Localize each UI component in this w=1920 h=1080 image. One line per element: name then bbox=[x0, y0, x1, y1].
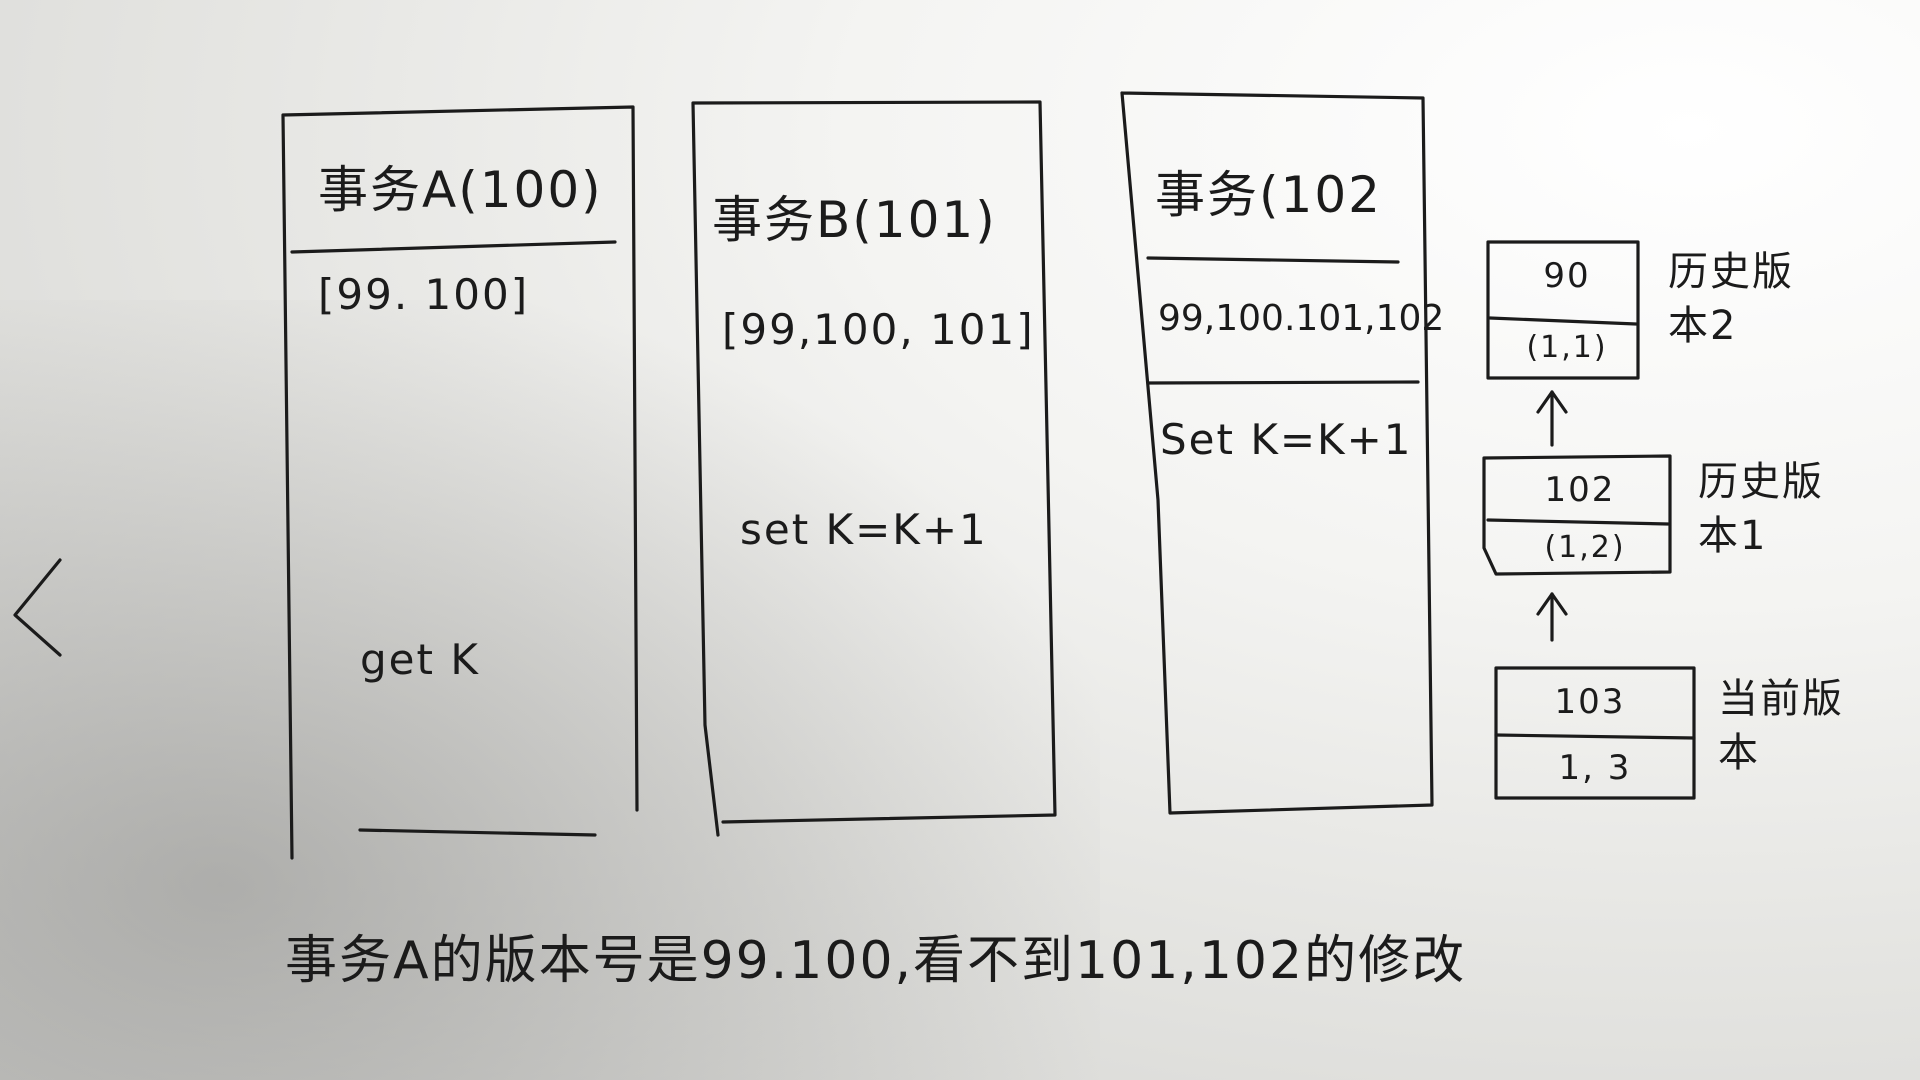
version-box-0-divider bbox=[1488, 316, 1638, 326]
txn-a-view: [99. 100] bbox=[318, 270, 530, 319]
txn-b-view: [99,100, 101] bbox=[722, 305, 1035, 354]
version-1-value: (1,2) bbox=[1544, 530, 1626, 565]
version-0-txn: 90 bbox=[1543, 256, 1591, 296]
version-2-label: 当前版本 bbox=[1718, 676, 1844, 776]
version-box-1-divider bbox=[1486, 518, 1670, 526]
txn-a-divider bbox=[290, 240, 617, 254]
version-1-txn: 102 bbox=[1544, 470, 1616, 510]
txn-b-op: set K=K+1 bbox=[740, 505, 988, 554]
edge-mark bbox=[13, 558, 62, 657]
txn-a-op: get K bbox=[360, 635, 480, 684]
version-2-txn: 103 bbox=[1554, 682, 1626, 722]
version-0-value: (1,1) bbox=[1526, 330, 1608, 365]
version-2-value: 1, 3 bbox=[1558, 748, 1632, 788]
caption: 事务A的版本号是99.100,看不到101,102的修改 bbox=[285, 931, 1467, 991]
txn-c-divider-2 bbox=[1146, 380, 1420, 385]
txn-a-title: 事务A(100) bbox=[318, 161, 603, 219]
version-1-label: 历史版本1 bbox=[1698, 459, 1824, 559]
txn-c-divider-1 bbox=[1146, 256, 1400, 264]
version-box-2-divider bbox=[1494, 733, 1696, 740]
version-0-label: 历史版本2 bbox=[1668, 249, 1794, 349]
txn-c-op: Set K=K+1 bbox=[1160, 415, 1413, 464]
txn-b-title: 事务B(101) bbox=[712, 191, 997, 249]
txn-c-view: 99,100.101,102 bbox=[1158, 298, 1445, 339]
txn-c-title: 事务(102 bbox=[1155, 166, 1382, 224]
